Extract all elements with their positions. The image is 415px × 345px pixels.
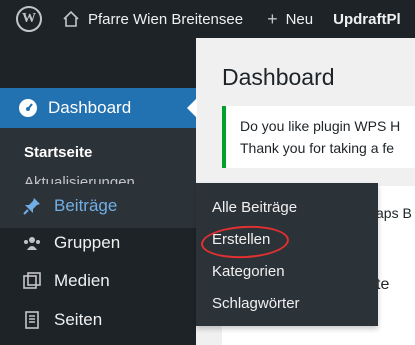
wordpress-logo-icon[interactable]: W <box>16 6 42 32</box>
admin-sidebar: Dashboard Startseite Aktualisierungen Be… <box>0 38 197 345</box>
site-name: Pfarre Wien Breitensee <box>88 10 244 28</box>
flyout-item-kategorien[interactable]: Kategorien <box>212 263 285 280</box>
sidebar-item-gruppen[interactable]: Gruppen <box>0 224 196 262</box>
flyout-item-schlagwoerter[interactable]: Schlagwörter <box>212 295 300 312</box>
page-title: Dashboard <box>222 64 335 90</box>
plugin-notice: Do you like plugin WPS H Thank you for t… <box>222 106 415 168</box>
sidebar-item-dashboard[interactable]: Dashboard <box>0 88 197 128</box>
site-name-link[interactable]: Pfarre Wien Breitensee <box>62 0 243 38</box>
sidebar-item-label: Gruppen <box>54 233 121 252</box>
pushpin-icon <box>23 198 40 215</box>
home-icon <box>63 10 79 27</box>
flyout-item-alle-beitraege[interactable]: Alle Beiträge <box>212 199 297 216</box>
notice-text-line-1: Do you like plugin WPS H <box>240 118 401 134</box>
plugin-label: UpdraftPl <box>333 10 401 28</box>
sidebar-item-label: Medien <box>54 271 110 290</box>
plus-icon: + <box>267 8 278 29</box>
widget-text-fragment: te <box>376 276 390 293</box>
sidebar-item-label: Beiträge <box>54 196 118 215</box>
groups-icon <box>24 237 40 250</box>
updraftplus-menu[interactable]: UpdraftPl <box>333 0 401 38</box>
new-label: Neu <box>285 10 314 28</box>
sidebar-item-seiten[interactable]: Seiten <box>0 301 196 339</box>
notice-text-line-2: Thank you for taking a fe <box>240 140 395 156</box>
media-icon <box>23 272 41 289</box>
widget-title-fragment: aps B <box>376 205 412 221</box>
sidebar-item-label: Dashboard <box>48 98 132 117</box>
new-content-button[interactable]: + Neu <box>267 0 313 38</box>
sidebar-item-label: Seiten <box>54 310 103 329</box>
active-menu-arrow <box>187 98 197 118</box>
admin-bar: W Pfarre Wien Breitensee + Neu UpdraftPl <box>0 0 415 38</box>
dashboard-gauge-icon <box>19 99 37 117</box>
sidebar-item-medien[interactable]: Medien <box>0 262 196 300</box>
submenu-item-startseite[interactable]: Startseite <box>24 144 92 161</box>
sidebar-item-beitraege[interactable]: Beiträge <box>0 184 196 228</box>
pages-icon <box>25 311 39 329</box>
